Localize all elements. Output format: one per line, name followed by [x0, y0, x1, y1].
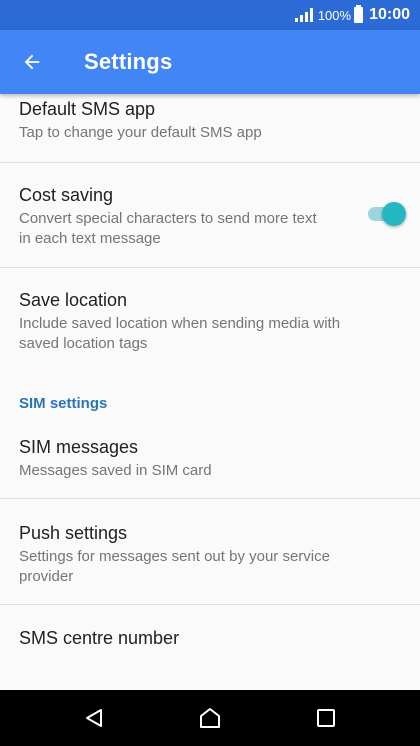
divider: [0, 498, 420, 499]
signal-icon: [294, 8, 313, 22]
nav-recents-icon: [317, 709, 335, 727]
battery-percent: 100%: [317, 7, 352, 23]
nav-home-button[interactable]: [180, 690, 240, 746]
nav-back-button[interactable]: [64, 690, 124, 746]
pref-sim-messages[interactable]: SIM messages Messages saved in SIM card: [0, 436, 420, 481]
pref-summary: Messages saved in SIM card: [19, 462, 212, 479]
status-bar: 100% 10:00: [0, 0, 420, 30]
nav-recents-button[interactable]: [296, 690, 356, 746]
nav-home-icon: [200, 708, 220, 728]
pref-sms-centre-number[interactable]: SMS centre number: [0, 627, 420, 649]
navigation-bar: [0, 690, 420, 746]
app-bar: Settings: [0, 30, 420, 94]
nav-back-icon: [86, 709, 102, 727]
back-button[interactable]: [0, 30, 64, 94]
pref-summary: Convert special characters to send more …: [19, 210, 317, 247]
divider: [0, 604, 420, 605]
pref-title: SIM messages: [19, 437, 139, 457]
battery-icon: [354, 5, 364, 23]
pref-cost-saving[interactable]: Cost saving Convert special characters t…: [0, 184, 420, 249]
page-title: Settings: [84, 49, 173, 74]
divider: [0, 267, 420, 268]
section-header-sim-settings: SIM settings: [19, 395, 108, 412]
pref-title: Cost saving: [19, 185, 114, 205]
pref-summary: Settings for messages sent out by your s…: [19, 548, 330, 585]
cost-saving-toggle[interactable]: [364, 202, 406, 226]
pref-summary: Include saved location when sending medi…: [19, 315, 341, 352]
settings-list[interactable]: Default SMS app Tap to change your defau…: [0, 94, 420, 690]
arrow-back-icon: [24, 54, 40, 70]
pref-save-location[interactable]: Save location Include saved location whe…: [0, 289, 420, 354]
pref-title: Push settings: [19, 523, 128, 543]
pref-push-settings[interactable]: Push settings Settings for messages sent…: [0, 522, 420, 587]
toggle-thumb: [382, 202, 406, 226]
pref-title: Save location: [19, 290, 128, 310]
pref-title: Default SMS app: [19, 99, 156, 119]
divider: [0, 162, 420, 163]
pref-summary: Tap to change your default SMS app: [19, 124, 262, 141]
pref-title: SMS centre number: [19, 628, 180, 648]
clock: 10:00: [369, 6, 410, 23]
pref-default-sms-app[interactable]: Default SMS app Tap to change your defau…: [0, 98, 420, 143]
